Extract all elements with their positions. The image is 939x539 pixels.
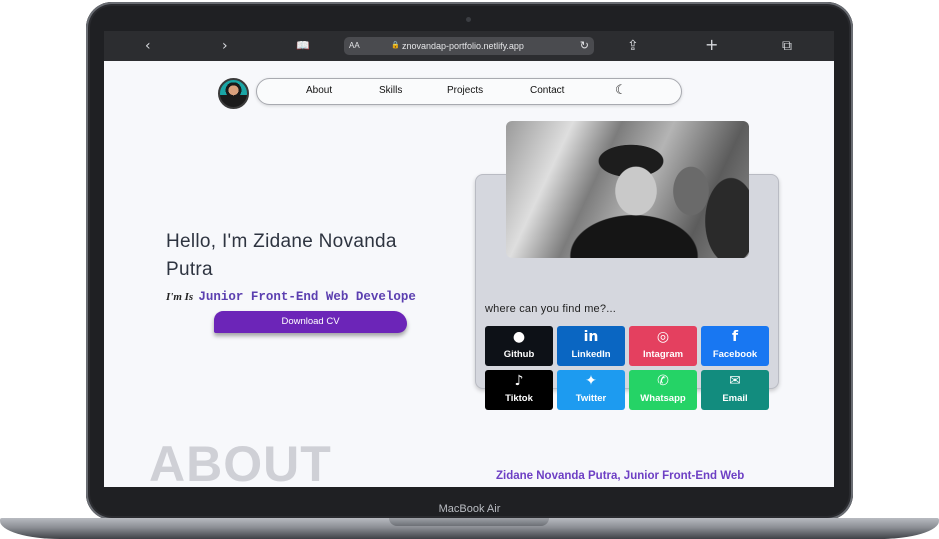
back-icon[interactable]: ‹ <box>145 37 151 55</box>
moon-icon[interactable]: ☾ <box>615 83 627 99</box>
social-link-whatsapp[interactable]: ✆ Whatsapp <box>629 370 697 410</box>
nav-about[interactable]: About <box>306 79 332 103</box>
typed-role: Junior Front-End Web Develope <box>198 290 416 304</box>
social-link-linkedin[interactable]: in LinkedIn <box>557 326 625 366</box>
address-bar[interactable]: AA 🔒 znovandap-portfolio.netlify.app ↻ <box>344 37 594 55</box>
social-label: Twitter <box>575 393 607 404</box>
social-label: Facebook <box>712 349 758 360</box>
email-icon: ✉ <box>729 373 741 389</box>
profile-photo <box>506 121 749 258</box>
browser-toolbar: ‹ › 📖 AA 🔒 znovandap-portfolio.netlify.a… <box>104 31 834 61</box>
twitter-icon: ✦ <box>585 373 597 389</box>
social-label: Github <box>503 349 535 360</box>
social-label: LinkedIn <box>571 349 611 360</box>
url-text: znovandap-portfolio.netlify.app <box>402 41 524 51</box>
forward-icon[interactable]: › <box>222 37 228 55</box>
tabs-icon[interactable]: ⧉ <box>782 37 792 55</box>
facebook-icon: f <box>731 329 739 345</box>
laptop-notch <box>389 518 549 526</box>
social-link-github[interactable]: ● Github <box>485 326 553 366</box>
social-link-email[interactable]: ✉ Email <box>701 370 769 410</box>
whatsapp-icon: ✆ <box>657 373 669 389</box>
lock-icon: 🔒 <box>391 42 400 49</box>
contact-heading: where can you find me?... <box>485 303 616 315</box>
nav-contact[interactable]: Contact <box>530 79 564 103</box>
screen: ‹ › 📖 AA 🔒 znovandap-portfolio.netlify.a… <box>104 31 834 487</box>
nav-projects[interactable]: Projects <box>447 79 483 103</box>
hero-greeting: Hello, I'm Zidane Novanda Putra <box>166 231 397 280</box>
about-heading: ABOUT <box>149 436 332 487</box>
reader-icon[interactable]: 📖 <box>296 37 310 55</box>
tiktok-icon: ♪ <box>514 373 524 389</box>
navbar: About Skills Projects Contact ☾ <box>256 78 682 105</box>
github-icon: ● <box>512 329 526 345</box>
instagram-icon: ◎ <box>656 329 670 345</box>
device-label: MacBook Air <box>438 503 501 515</box>
new-tab-icon[interactable]: + <box>705 36 718 54</box>
social-link-intagram[interactable]: ◎ Intagram <box>629 326 697 366</box>
role-prefix: I'm Is <box>166 291 194 303</box>
social-label: Tiktok <box>505 393 533 404</box>
social-label: Intagram <box>642 349 684 360</box>
text-size-button[interactable]: AA <box>349 37 360 55</box>
social-label: Whatsapp <box>640 393 686 404</box>
hero-role: I'm Is Junior Front-End Web Develope <box>166 285 416 304</box>
social-link-facebook[interactable]: f Facebook <box>701 326 769 366</box>
social-label: Email <box>722 393 748 404</box>
nav-skills[interactable]: Skills <box>379 79 402 103</box>
linkedin-icon: in <box>583 329 599 345</box>
social-link-twitter[interactable]: ✦ Twitter <box>557 370 625 410</box>
share-icon[interactable]: ⇪ <box>627 37 639 55</box>
avatar <box>218 78 249 109</box>
page-content: About Skills Projects Contact ☾ Hello, I… <box>104 61 834 487</box>
download-cv-button[interactable]: Download CV <box>214 311 407 333</box>
reload-icon[interactable]: ↻ <box>580 37 589 55</box>
social-link-tiktok[interactable]: ♪ Tiktok <box>485 370 553 410</box>
camera <box>466 17 471 22</box>
about-subtitle: Zidane Novanda Putra, Junior Front-End W… <box>496 470 745 482</box>
